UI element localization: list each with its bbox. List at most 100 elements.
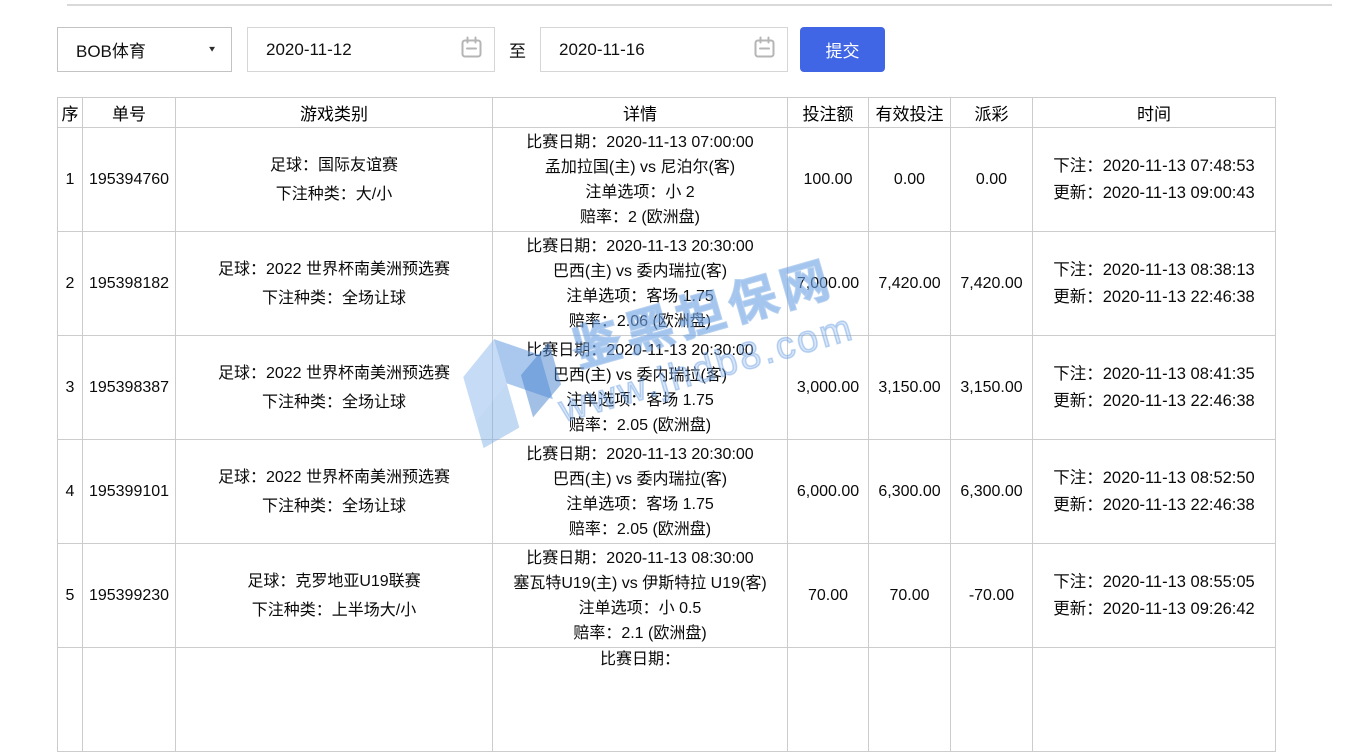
detail-line: 比赛日期： [493, 648, 787, 671]
category-line: 足球：克罗地亚U19联赛 [176, 567, 492, 596]
detail-line: 注单选项：客场 1.75 [493, 492, 787, 517]
game-category-cell: 足球：2022 世界杯南美洲预选赛 下注种类：全场让球 [176, 336, 493, 440]
detail-line: 塞瓦特U19(主) vs 伊斯特拉 U19(客) [493, 571, 787, 596]
valid-bet-value: 70.00 [869, 544, 951, 648]
header-payout: 派彩 [951, 98, 1033, 128]
detail-line: 赔率：2.06 (欧洲盘) [493, 309, 787, 334]
header-valid-bet: 有效投注 [869, 98, 951, 128]
bet-amount-value: 6,000.00 [788, 440, 869, 544]
detail-line: 注单选项：客场 1.75 [493, 284, 787, 309]
category-line: 下注种类：大/小 [176, 180, 492, 209]
detail-line: 巴西(主) vs 委内瑞拉(客) [493, 363, 787, 388]
bet-time-line: 下注：2020-11-13 08:38:13 [1033, 257, 1275, 284]
table-header-row: 序 单号 游戏类别 详情 投注额 有效投注 派彩 时间 [58, 98, 1276, 128]
bet-amount-value: 7,000.00 [788, 232, 869, 336]
row-index: 2 [58, 232, 83, 336]
valid-bet-value: 7,420.00 [869, 232, 951, 336]
submit-button[interactable]: 提交 [800, 27, 885, 72]
game-category-cell: 足球：国际友谊赛 下注种类：大/小 [176, 128, 493, 232]
valid-bet-value: 0.00 [869, 128, 951, 232]
detail-line: 巴西(主) vs 委内瑞拉(客) [493, 467, 787, 492]
table-row: 4 195399101 足球：2022 世界杯南美洲预选赛 下注种类：全场让球 … [58, 440, 1276, 544]
payout-value: 6,300.00 [951, 440, 1033, 544]
update-time-line: 更新：2020-11-13 22:46:38 [1033, 388, 1275, 415]
time-cell: 下注：2020-11-13 08:41:35 更新：2020-11-13 22:… [1033, 336, 1276, 440]
order-number: 195399101 [83, 440, 176, 544]
calendar-icon[interactable] [460, 36, 483, 64]
header-bet-amount: 投注额 [788, 98, 869, 128]
header-game-category: 游戏类别 [176, 98, 493, 128]
detail-line: 赔率：2 (欧洲盘) [493, 205, 787, 230]
bet-records-table-wrap: 序 单号 游戏类别 详情 投注额 有效投注 派彩 时间 1 195394760 … [57, 97, 1275, 752]
table-row-partial: 比赛日期： [58, 648, 1276, 752]
game-category-cell: 足球：克罗地亚U19联赛 下注种类：上半场大/小 [176, 544, 493, 648]
detail-line: 注单选项：小 2 [493, 180, 787, 205]
top-divider [67, 4, 1332, 6]
update-time-line: 更新：2020-11-13 22:46:38 [1033, 284, 1275, 311]
category-line: 下注种类：全场让球 [176, 492, 492, 521]
game-select[interactable]: BOB体育 ▼ [57, 27, 232, 72]
chevron-down-icon: ▼ [207, 45, 217, 54]
row-index: 4 [58, 440, 83, 544]
detail-line: 比赛日期：2020-11-13 20:30:00 [493, 442, 787, 467]
bet-amount-value: 70.00 [788, 544, 869, 648]
filter-bar: BOB体育 ▼ 2020-11-12 至 2020-11-16 提交 [57, 27, 885, 72]
order-number: 195398387 [83, 336, 176, 440]
category-line: 下注种类：全场让球 [176, 388, 492, 417]
category-line: 足球：2022 世界杯南美洲预选赛 [176, 463, 492, 492]
details-cell: 比赛日期：2020-11-13 07:00:00 孟加拉国(主) vs 尼泊尔(… [493, 128, 788, 232]
date-from-input[interactable]: 2020-11-12 [247, 27, 495, 72]
header-index: 序 [58, 98, 83, 128]
header-time: 时间 [1033, 98, 1276, 128]
category-line: 足球：2022 世界杯南美洲预选赛 [176, 255, 492, 284]
detail-line: 注单选项：小 0.5 [493, 596, 787, 621]
time-cell: 下注：2020-11-13 08:52:50 更新：2020-11-13 22:… [1033, 440, 1276, 544]
bet-time-line: 下注：2020-11-13 07:48:53 [1033, 153, 1275, 180]
header-details: 详情 [493, 98, 788, 128]
payout-value: 7,420.00 [951, 232, 1033, 336]
details-cell: 比赛日期：2020-11-13 20:30:00 巴西(主) vs 委内瑞拉(客… [493, 440, 788, 544]
to-label: 至 [509, 37, 526, 62]
row-index: 5 [58, 544, 83, 648]
calendar-icon[interactable] [753, 36, 776, 64]
order-number: 195394760 [83, 128, 176, 232]
payout-value: 0.00 [951, 128, 1033, 232]
detail-line: 赔率：2.1 (欧洲盘) [493, 621, 787, 646]
detail-line: 比赛日期：2020-11-13 07:00:00 [493, 130, 787, 155]
detail-line: 比赛日期：2020-11-13 20:30:00 [493, 338, 787, 363]
date-to-input[interactable]: 2020-11-16 [540, 27, 788, 72]
payout-value: -70.00 [951, 544, 1033, 648]
detail-line: 比赛日期：2020-11-13 20:30:00 [493, 234, 787, 259]
order-number: 195398182 [83, 232, 176, 336]
table-row: 1 195394760 足球：国际友谊赛 下注种类：大/小 比赛日期：2020-… [58, 128, 1276, 232]
header-order-no: 单号 [83, 98, 176, 128]
valid-bet-value: 3,150.00 [869, 336, 951, 440]
bet-amount-value: 3,000.00 [788, 336, 869, 440]
date-from-value: 2020-11-12 [266, 40, 352, 60]
update-time-line: 更新：2020-11-13 09:26:42 [1033, 596, 1275, 623]
bet-amount-value: 100.00 [788, 128, 869, 232]
row-index: 1 [58, 128, 83, 232]
category-line: 下注种类：上半场大/小 [176, 596, 492, 625]
bet-time-line: 下注：2020-11-13 08:55:05 [1033, 569, 1275, 596]
order-number: 195399230 [83, 544, 176, 648]
detail-line: 赔率：2.05 (欧洲盘) [493, 413, 787, 438]
detail-line: 赔率：2.05 (欧洲盘) [493, 517, 787, 542]
time-cell: 下注：2020-11-13 07:48:53 更新：2020-11-13 09:… [1033, 128, 1276, 232]
detail-line: 孟加拉国(主) vs 尼泊尔(客) [493, 155, 787, 180]
category-line: 下注种类：全场让球 [176, 284, 492, 313]
time-cell: 下注：2020-11-13 08:38:13 更新：2020-11-13 22:… [1033, 232, 1276, 336]
table-row: 2 195398182 足球：2022 世界杯南美洲预选赛 下注种类：全场让球 … [58, 232, 1276, 336]
table-row: 3 195398387 足球：2022 世界杯南美洲预选赛 下注种类：全场让球 … [58, 336, 1276, 440]
bet-records-table: 序 单号 游戏类别 详情 投注额 有效投注 派彩 时间 1 195394760 … [57, 97, 1276, 752]
bet-time-line: 下注：2020-11-13 08:52:50 [1033, 465, 1275, 492]
game-category-cell: 足球：2022 世界杯南美洲预选赛 下注种类：全场让球 [176, 440, 493, 544]
category-line: 足球：2022 世界杯南美洲预选赛 [176, 359, 492, 388]
detail-line: 巴西(主) vs 委内瑞拉(客) [493, 259, 787, 284]
game-select-value: BOB体育 [76, 37, 146, 62]
game-category-cell: 足球：2022 世界杯南美洲预选赛 下注种类：全场让球 [176, 232, 493, 336]
row-index: 3 [58, 336, 83, 440]
details-cell: 比赛日期：2020-11-13 20:30:00 巴西(主) vs 委内瑞拉(客… [493, 336, 788, 440]
bet-time-line: 下注：2020-11-13 08:41:35 [1033, 361, 1275, 388]
time-cell: 下注：2020-11-13 08:55:05 更新：2020-11-13 09:… [1033, 544, 1276, 648]
